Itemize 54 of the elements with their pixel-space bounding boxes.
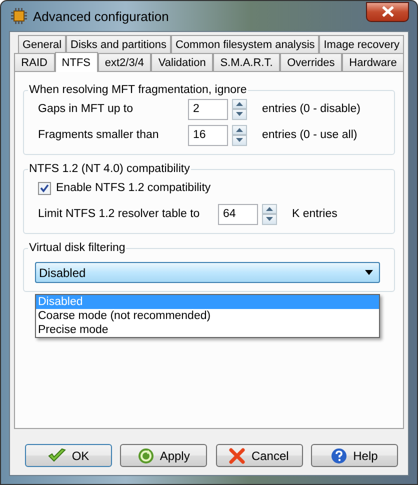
tab[interactable]: Disks and partitions: [66, 35, 171, 53]
checkmark-icon: [40, 184, 49, 192]
close-button[interactable]: [366, 2, 409, 22]
down-arrow-icon: [236, 112, 243, 116]
dialog-button[interactable]: Cancel: [216, 444, 303, 467]
dialog-button[interactable]: Help: [310, 444, 398, 467]
down-arrow-icon: [236, 138, 243, 142]
help-icon: [331, 448, 348, 464]
tab[interactable]: Image recovery: [319, 35, 404, 53]
spin-up-button[interactable]: [262, 204, 277, 214]
number-field[interactable]: 64: [218, 204, 258, 224]
tab[interactable]: ext2/3/4: [98, 53, 152, 71]
refresh-icon: [138, 448, 154, 464]
number-field[interactable]: 2: [188, 98, 228, 120]
checkbox[interactable]: [38, 182, 51, 194]
up-arrow-icon: [236, 102, 243, 106]
field-label: Gaps in MFT up to: [38, 103, 134, 115]
group-title: When resolving MFT fragmentation, ignore: [28, 84, 248, 96]
dialog-button[interactable]: OK: [25, 444, 112, 467]
number-field[interactable]: 16: [188, 124, 228, 146]
dialog-button[interactable]: Apply: [120, 444, 208, 467]
dropdown-option[interactable]: Coarse mode (not recommended): [36, 309, 379, 323]
field-label: Limit NTFS 1.2 resolver table to: [38, 208, 201, 220]
tab[interactable]: NTFS: [54, 52, 98, 72]
spin-up-button[interactable]: [232, 98, 247, 109]
spin-down-button[interactable]: [232, 135, 247, 146]
dropdown[interactable]: Disabled: [35, 262, 380, 283]
tab[interactable]: RAID: [14, 53, 55, 71]
close-icon: [382, 6, 394, 17]
unit-label: entries (0 - use all): [262, 129, 358, 141]
spin-down-button[interactable]: [262, 214, 277, 224]
unit-label: entries (0 - disable): [262, 103, 360, 115]
group-title: Virtual disk filtering: [28, 242, 126, 254]
dropdown-arrow-icon: [365, 270, 373, 275]
tab[interactable]: Overrides: [280, 53, 342, 71]
tab[interactable]: Common filesystem analysis: [170, 35, 320, 53]
checkmark-icon: [48, 448, 66, 463]
tab[interactable]: S.M.A.R.T.: [213, 53, 280, 71]
down-arrow-icon: [266, 217, 273, 222]
chip-icon: [11, 8, 27, 24]
spin-up-button[interactable]: [232, 124, 247, 135]
window-title: Advanced configuration: [33, 8, 170, 24]
spin-down-button[interactable]: [232, 109, 247, 120]
cross-icon: [229, 448, 246, 464]
unit-label: K entries: [292, 208, 338, 220]
tab[interactable]: Hardware: [342, 53, 404, 71]
tab[interactable]: Validation: [151, 53, 214, 71]
up-arrow-icon: [266, 206, 273, 211]
dropdown-option[interactable]: Precise mode: [36, 323, 379, 337]
tab[interactable]: General: [18, 35, 66, 53]
group-title: NTFS 1.2 (NT 4.0) compatibility: [28, 163, 191, 175]
checkbox-label: Enable NTFS 1.2 compatibility: [56, 182, 211, 194]
up-arrow-icon: [236, 128, 243, 132]
field-label: Fragments smaller than: [38, 129, 160, 141]
